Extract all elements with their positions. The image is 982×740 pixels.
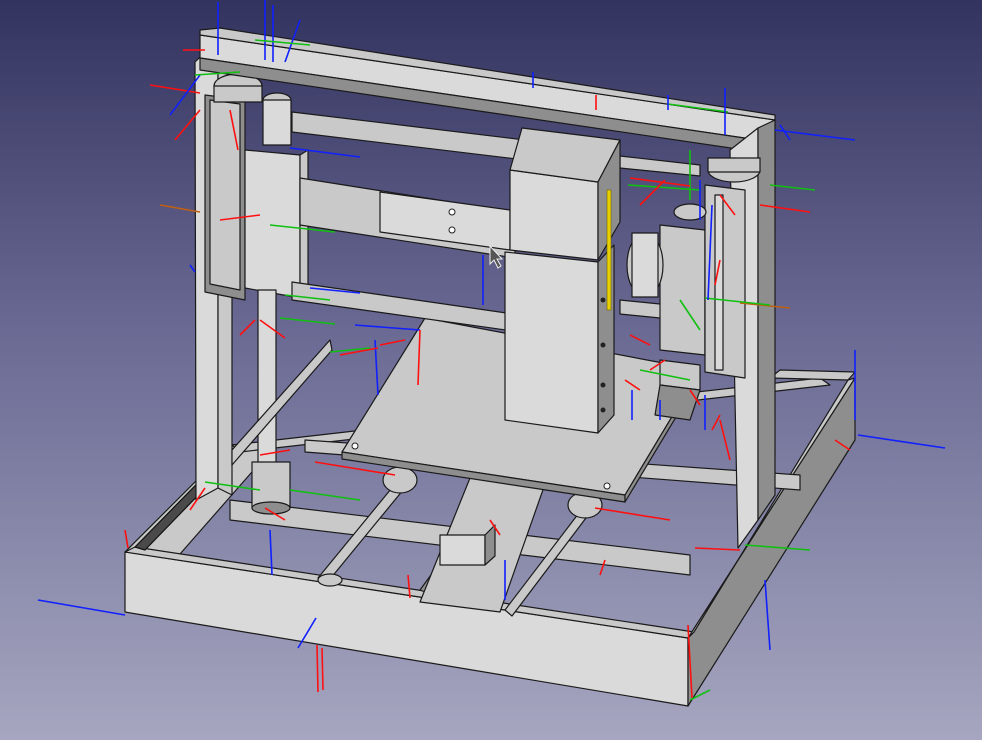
left-top-bearing-body (213, 85, 263, 103)
x-housing-screw-bottom (448, 226, 456, 234)
right-bed-bracket-lower (654, 384, 701, 421)
extruder-lower-front (504, 251, 599, 434)
x-motor-body (631, 232, 659, 298)
right-top-bearing-body (707, 157, 761, 173)
left-z-coupler (251, 461, 291, 509)
x-rod-upper-right (619, 155, 701, 177)
y-rod-left-end (317, 573, 343, 587)
base-corner-top (769, 369, 856, 381)
right-upright[interactable] (626, 119, 776, 549)
left-rod-mount-body (262, 99, 292, 146)
x-belt-housing (379, 191, 511, 251)
x-housing-screw-top (448, 208, 456, 216)
bed-screw-front-left (351, 442, 359, 450)
extruder-screw-2 (600, 342, 606, 348)
extruder-lower-side (597, 244, 615, 434)
extruder-highlight-edge (606, 189, 612, 311)
left-motor-bay-inner (209, 99, 241, 291)
right-z-carriage (659, 224, 706, 356)
x-axis-rods[interactable] (291, 111, 701, 333)
cad-model-view[interactable] (0, 0, 982, 740)
right-pulley (673, 203, 707, 221)
left-z-leadscrew (257, 289, 277, 471)
bed-screw-front-right (603, 482, 611, 490)
right-upright-side (757, 119, 776, 521)
extruder-carriage[interactable] (504, 127, 621, 434)
belt-clamp (439, 534, 486, 566)
left-z-carriage (244, 149, 301, 299)
extruder-screw-4 (600, 407, 606, 413)
y-bearing-left (382, 466, 418, 494)
3d-viewport[interactable] (0, 0, 982, 740)
extruder-screw-1 (600, 297, 606, 303)
base-front-panel (124, 551, 689, 707)
extruder-upper-front (509, 169, 599, 261)
extruder-screw-3 (600, 382, 606, 388)
